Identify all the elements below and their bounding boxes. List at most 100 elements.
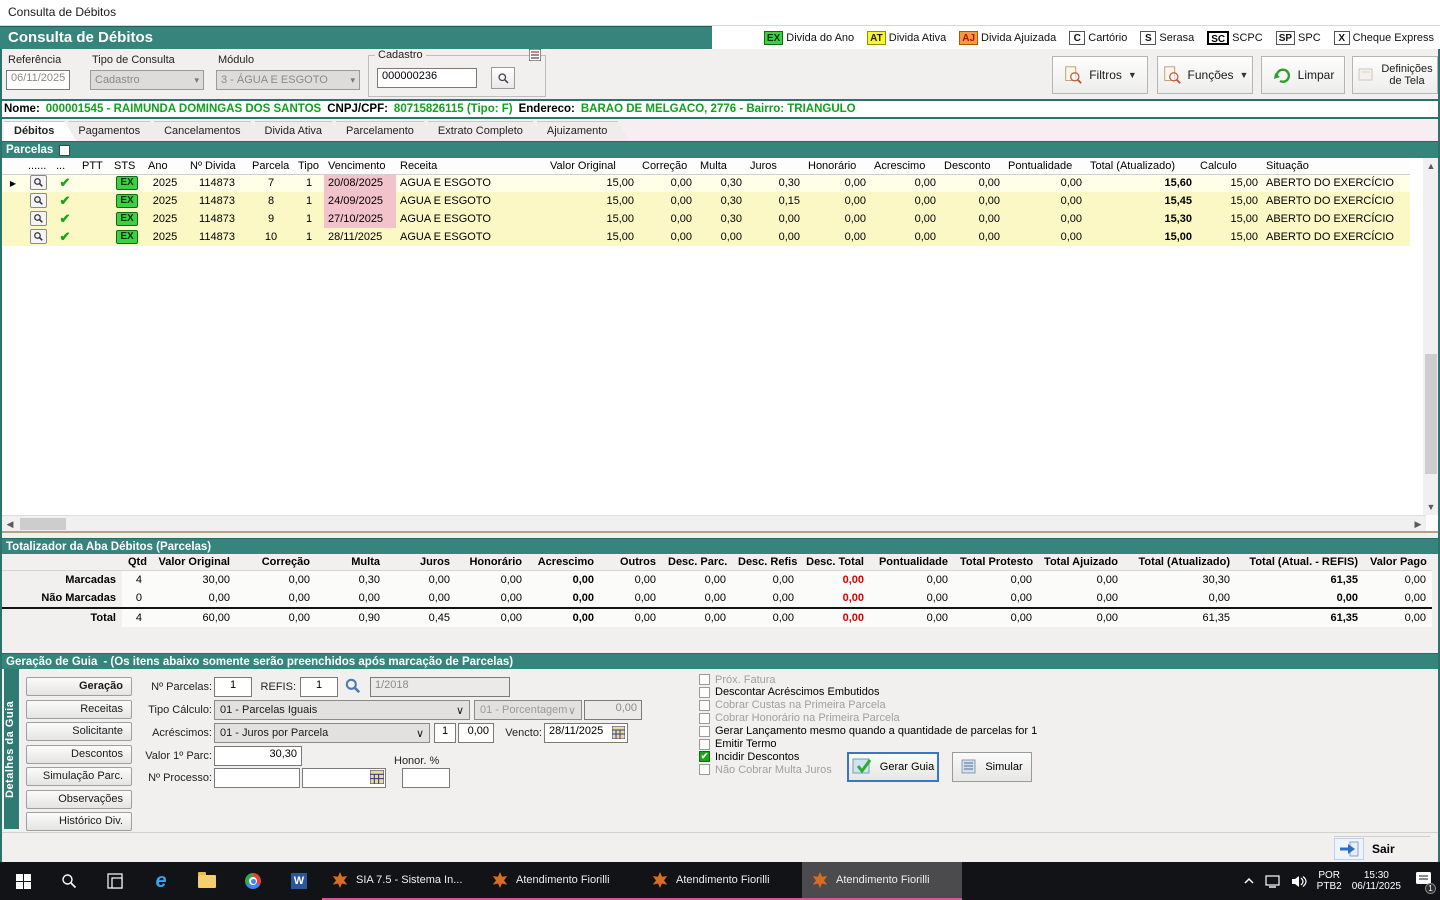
- row-detail-button[interactable]: [30, 193, 47, 208]
- scroll-down-icon[interactable]: ▼: [1423, 499, 1439, 515]
- cell-desconto: 0,00: [940, 174, 1004, 192]
- checkbox-box[interactable]: [699, 713, 710, 724]
- parcelas-select-all-checkbox[interactable]: [59, 145, 70, 156]
- taskbar-app[interactable]: Atendimento Fiorilli: [642, 862, 802, 900]
- network-icon[interactable]: [1265, 875, 1281, 888]
- volume-icon[interactable]: [1291, 875, 1307, 888]
- edge-button[interactable]: e: [138, 862, 184, 900]
- referencia-input[interactable]: 06/11/2025: [6, 70, 70, 90]
- clock[interactable]: 15:3006/11/2025: [1352, 870, 1401, 892]
- horizontal-scrollbar[interactable]: ◀ ▶: [2, 515, 1426, 531]
- scroll-left-icon[interactable]: ◀: [2, 516, 18, 532]
- taskbar-app[interactable]: Atendimento Fiorilli: [802, 862, 962, 900]
- task-view-button[interactable]: [92, 862, 138, 900]
- sair-button[interactable]: Sair: [1334, 836, 1430, 860]
- row-detail-button[interactable]: [30, 211, 47, 226]
- definicoes-tela-button[interactable]: Definiçõesde Tela: [1352, 56, 1438, 94]
- checkbox-box[interactable]: [699, 726, 710, 737]
- nav-simula-o-parc-[interactable]: Simulação Parc.: [26, 767, 132, 786]
- checkbox-gerar-lan-amento-m[interactable]: Gerar Lançamento mesmo quando a quantida…: [699, 725, 1037, 738]
- chrome-button[interactable]: [230, 862, 276, 900]
- tab-cancelamentos[interactable]: Cancelamentos: [154, 121, 262, 141]
- tab-extrato-completo[interactable]: Extrato Completo: [428, 121, 545, 141]
- debit-row[interactable]: ▶✔EX20251148737120/08/2025AGUA E ESGOTO1…: [2, 174, 1410, 192]
- debit-row[interactable]: ✔EX20251148738124/09/2025AGUA E ESGOTO15…: [2, 192, 1410, 210]
- tab-pagamentos[interactable]: Pagamentos: [68, 121, 162, 141]
- checkbox-cobrar-honor-rio-n[interactable]: Cobrar Honorário na Primeira Parcela: [699, 712, 900, 725]
- grid-header: Juros: [746, 158, 804, 174]
- funcoes-button[interactable]: Funções▼: [1157, 56, 1253, 94]
- row-checked-icon[interactable]: ✔: [60, 193, 71, 208]
- nav-hist-rico-div-[interactable]: Histórico Div.: [26, 812, 132, 831]
- limpar-button[interactable]: Limpar: [1261, 56, 1345, 94]
- row-checked-icon[interactable]: ✔: [60, 229, 71, 244]
- notification-center-button[interactable]: 1: [1415, 871, 1432, 891]
- row-detail-button[interactable]: [30, 175, 47, 190]
- tipo-consulta-select[interactable]: Cadastro▾: [90, 70, 204, 90]
- tab-divida-ativa[interactable]: Divida Ativa: [255, 121, 344, 141]
- honor-input[interactable]: [402, 768, 450, 788]
- refis-search-button[interactable]: [344, 677, 362, 700]
- row-detail-button[interactable]: [30, 229, 47, 244]
- checkbox-descontar-acr-scim[interactable]: Descontar Acréscimos Embutidos: [699, 686, 879, 699]
- num-parcelas-input[interactable]: 1: [214, 677, 252, 697]
- tot-cell: 0,00: [236, 570, 316, 589]
- processo-input[interactable]: [214, 768, 300, 788]
- grid-header: Nº Divida: [186, 158, 248, 174]
- refis-input[interactable]: 1: [300, 677, 338, 697]
- checkbox-emitir-termo[interactable]: Emitir Termo: [699, 738, 777, 751]
- cell-calculo: 15,00: [1196, 174, 1262, 192]
- checkbox-box[interactable]: [699, 700, 710, 711]
- nav-receitas[interactable]: Receitas: [26, 700, 132, 719]
- start-button[interactable]: [0, 862, 46, 900]
- tab-ajuizamento[interactable]: Ajuizamento: [537, 121, 630, 141]
- nav-gera-o[interactable]: Geração: [26, 677, 132, 696]
- scroll-right-icon[interactable]: ▶: [1410, 516, 1426, 532]
- calculator-icon: [961, 759, 979, 775]
- checkbox-cobrar-custas-na-p[interactable]: Cobrar Custas na Primeira Parcela: [699, 699, 886, 712]
- filtros-button[interactable]: Filtros▼: [1052, 56, 1148, 94]
- debit-row[interactable]: ✔EX202511487310128/11/2025AGUA E ESGOTO1…: [2, 228, 1410, 246]
- modulo-select[interactable]: 3 - ÁGUA E ESGOTO▾: [216, 70, 360, 90]
- tab-parcelamento[interactable]: Parcelamento: [336, 121, 436, 141]
- tipo-calculo-select[interactable]: 01 - Parcelas Iguais∨: [214, 700, 470, 720]
- row-checked-icon[interactable]: ✔: [60, 211, 71, 226]
- scrollbar-thumb[interactable]: [20, 518, 66, 530]
- tab-débitos[interactable]: Débitos: [4, 121, 76, 141]
- nav-descontos[interactable]: Descontos: [26, 745, 132, 764]
- tray-chevron-icon[interactable]: [1243, 877, 1255, 885]
- checkbox-box[interactable]: [699, 739, 710, 750]
- acrescimo-valor-input[interactable]: 0,00: [458, 723, 494, 743]
- cadastro-input[interactable]: 000000236: [377, 68, 477, 88]
- scrollbar-thumb[interactable]: [1425, 354, 1437, 474]
- calculator-icon[interactable]: [370, 770, 384, 789]
- acrescimo-qtd-input[interactable]: 1: [434, 723, 456, 743]
- checkbox-box[interactable]: [699, 687, 710, 698]
- checkbox-incidir-descontos[interactable]: ✔Incidir Descontos: [699, 750, 799, 763]
- taskbar-app[interactable]: SIA 7.5 - Sistema In...: [322, 862, 482, 900]
- cadastro-search-button[interactable]: [491, 67, 515, 89]
- checkbox-n-o-cobrar-multa-j[interactable]: Não Cobrar Multa Juros: [699, 763, 832, 776]
- vertical-scrollbar[interactable]: ▲ ▼: [1423, 158, 1439, 515]
- nav-observa-es[interactable]: Observações: [26, 790, 132, 809]
- taskbar-app[interactable]: Atendimento Fiorilli: [482, 862, 642, 900]
- detalhes-guia-tab[interactable]: Detalhes da Guia: [4, 669, 19, 829]
- checkbox-box[interactable]: [699, 674, 710, 685]
- checkbox-box[interactable]: ✔: [699, 751, 710, 762]
- calendar-icon[interactable]: [612, 726, 625, 744]
- scroll-up-icon[interactable]: ▲: [1423, 158, 1439, 174]
- simular-button[interactable]: Simular: [952, 752, 1032, 782]
- acrescimos-select[interactable]: 01 - Juros por Parcela∨: [214, 723, 430, 743]
- gerar-guia-button[interactable]: Gerar Guia: [847, 752, 939, 782]
- taskbar-search-button[interactable]: [46, 862, 92, 900]
- row-checked-icon[interactable]: ✔: [60, 175, 71, 190]
- valor-parc-input[interactable]: 30,30: [214, 746, 302, 766]
- word-button[interactable]: W: [276, 862, 322, 900]
- debit-row[interactable]: ✔EX20251148739127/10/2025AGUA E ESGOTO15…: [2, 210, 1410, 228]
- nav-solicitante[interactable]: Solicitante: [26, 722, 132, 741]
- list-icon[interactable]: [529, 48, 541, 66]
- checkbox-box[interactable]: [699, 764, 710, 775]
- checkbox-pr-x-fatura[interactable]: Próx. Fatura: [699, 673, 776, 686]
- file-explorer-button[interactable]: [184, 862, 230, 900]
- language-indicator[interactable]: PORPTB2: [1317, 870, 1342, 892]
